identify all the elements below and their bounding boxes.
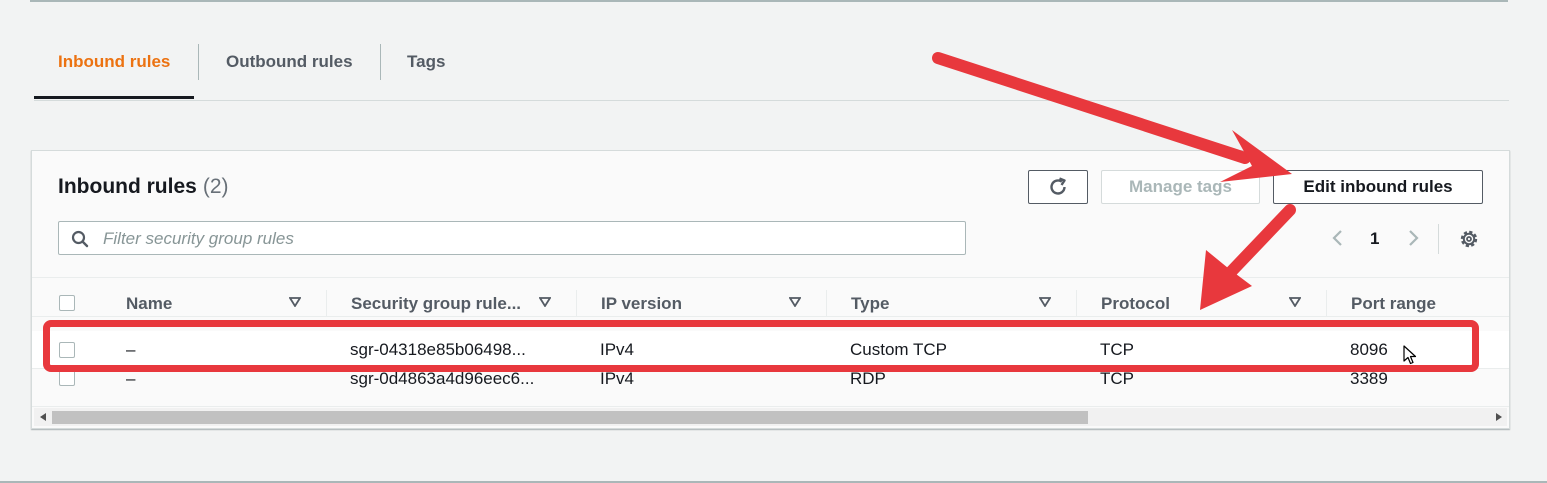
refresh-icon: [1050, 177, 1066, 195]
refresh-button[interactable]: [1028, 170, 1088, 204]
tab-divider: [380, 44, 381, 80]
inbound-rules-panel: Inbound rules (2) Manage tags Edit inboun…: [31, 150, 1510, 429]
row-checkbox[interactable]: [59, 370, 75, 386]
row-checkbox[interactable]: [59, 342, 75, 358]
tab-tags[interactable]: Tags: [383, 42, 469, 98]
sort-caret-icon[interactable]: [789, 297, 801, 307]
cell-ip-version: IPv4: [600, 340, 635, 359]
manage-tags-button[interactable]: Manage tags: [1101, 170, 1260, 204]
sort-caret-icon[interactable]: [289, 297, 301, 307]
chevron-right-icon[interactable]: [1405, 228, 1421, 248]
column-header-type[interactable]: Type: [851, 278, 889, 318]
rule-count: (2): [202, 175, 229, 198]
pager-divider: [1438, 224, 1439, 254]
mouse-pointer-icon: [1403, 345, 1417, 365]
current-page-number[interactable]: 1: [1370, 229, 1379, 249]
column-header-port-range[interactable]: Port range: [1351, 278, 1436, 318]
cell-protocol: TCP: [1100, 340, 1134, 359]
tab-outbound-rules[interactable]: Outbound rules: [202, 42, 377, 98]
table-row[interactable]: – sgr-0d4863a4d96eec6... IPv4 RDP TCP 33…: [32, 369, 1509, 407]
table-header: Name Security group rule... IP version T…: [32, 277, 1509, 317]
filter-search-box[interactable]: [58, 221, 966, 255]
scroll-right-arrow-icon[interactable]: [1496, 413, 1502, 421]
column-divider: [1326, 290, 1327, 316]
panel-title-text: Inbound rules: [58, 175, 197, 198]
cell-type: Custom TCP: [850, 340, 947, 359]
tab-divider: [198, 44, 199, 80]
cell-name: –: [126, 340, 136, 359]
panel-title: Inbound rules (2): [58, 175, 229, 199]
cell-name: –: [126, 369, 136, 388]
edit-inbound-rules-button[interactable]: Edit inbound rules: [1273, 170, 1483, 204]
column-divider: [326, 290, 327, 316]
tab-bar: Inbound rules Outbound rules Tags: [34, 42, 1509, 101]
gear-icon[interactable]: [1458, 228, 1480, 250]
column-divider: [826, 290, 827, 316]
column-header-security-group-rule[interactable]: Security group rule...: [351, 278, 521, 318]
horizontal-scrollbar[interactable]: [34, 408, 1507, 426]
select-all-checkbox[interactable]: [59, 295, 75, 311]
scroll-thumb[interactable]: [52, 411, 1088, 424]
top-border: [30, 0, 1508, 2]
sort-caret-icon[interactable]: [1039, 297, 1051, 307]
cell-port-range: 8096: [1350, 340, 1388, 359]
column-header-protocol[interactable]: Protocol: [1101, 278, 1170, 318]
cell-rule-id[interactable]: sgr-0d4863a4d96eec6...: [350, 369, 534, 407]
cell-ip-version: IPv4: [600, 369, 635, 388]
scroll-left-arrow-icon[interactable]: [40, 413, 46, 421]
column-header-name[interactable]: Name: [126, 278, 172, 318]
filter-search-input[interactable]: [101, 224, 945, 254]
cell-type: RDP: [850, 369, 886, 388]
search-icon: [71, 230, 89, 248]
column-header-ip-version[interactable]: IP version: [601, 278, 682, 318]
sort-caret-icon[interactable]: [539, 297, 551, 307]
sort-caret-icon[interactable]: [1289, 297, 1301, 307]
column-divider: [1076, 290, 1077, 316]
cell-rule-id[interactable]: sgr-04318e85b06498...: [350, 331, 526, 369]
column-divider: [576, 290, 577, 316]
chevron-left-icon[interactable]: [1330, 228, 1346, 248]
table-row[interactable]: – sgr-04318e85b06498... IPv4 Custom TCP …: [32, 331, 1509, 369]
cell-protocol: TCP: [1100, 369, 1134, 388]
tab-inbound-rules[interactable]: Inbound rules: [34, 42, 195, 99]
cell-port-range: 3389: [1350, 369, 1388, 388]
